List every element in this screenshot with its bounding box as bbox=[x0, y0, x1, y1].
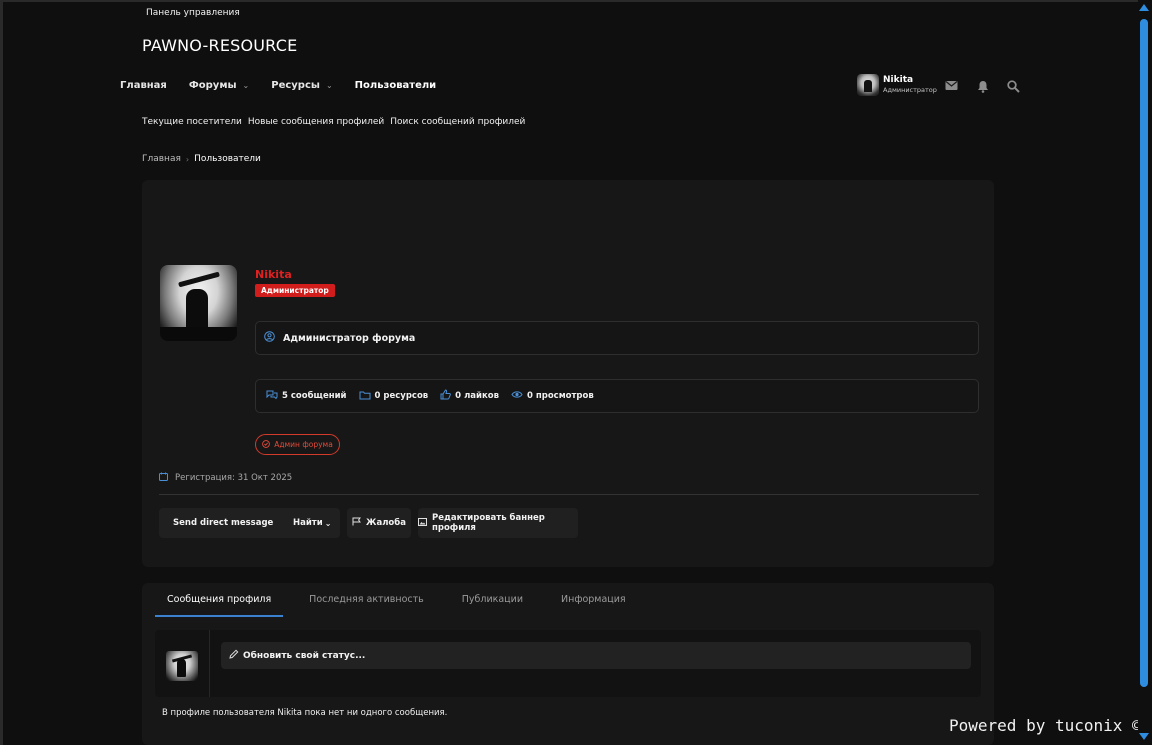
update-status-placeholder: Обновить свой статус... bbox=[243, 650, 366, 661]
account-info: Nikita Администратор bbox=[883, 75, 937, 95]
stat-resources[interactable]: 0 ресурсов bbox=[359, 390, 429, 403]
sub-navigation: Текущие посетители Новые сообщения профи… bbox=[142, 117, 531, 127]
stat-value: 5 bbox=[282, 391, 288, 401]
avatar-ground bbox=[160, 327, 237, 341]
eye-icon bbox=[511, 390, 523, 402]
find-label: Найти bbox=[293, 518, 323, 528]
nav-item-resources[interactable]: Ресурсы ⌄ bbox=[271, 80, 332, 91]
stat-label: сообщений bbox=[290, 391, 347, 401]
tab-about[interactable]: Информация bbox=[549, 594, 638, 617]
account-menu[interactable]: Nikita Администратор bbox=[857, 74, 937, 96]
stat-views[interactable]: 0 просмотров bbox=[511, 390, 594, 402]
nav-item-users[interactable]: Пользователи bbox=[355, 80, 437, 91]
user-stats-box: 5 сообщений 0 ресурсов 0 лайков 0 просмо… bbox=[255, 379, 979, 413]
stat-label: лайков bbox=[464, 391, 499, 401]
pencil-icon bbox=[229, 649, 239, 662]
scroll-up-arrow-icon[interactable] bbox=[1139, 4, 1149, 11]
nav-item-label: Главная bbox=[120, 80, 167, 91]
shield-icon bbox=[262, 439, 271, 450]
stat-label: просмотров bbox=[535, 391, 594, 401]
envelope-icon[interactable] bbox=[945, 80, 959, 94]
comments-icon bbox=[266, 390, 278, 403]
divider bbox=[159, 494, 979, 495]
flag-icon bbox=[352, 517, 362, 529]
subnav-new-profile-posts[interactable]: Новые сообщения профилей bbox=[248, 117, 384, 127]
stat-messages[interactable]: 5 сообщений bbox=[266, 390, 347, 403]
chevron-down-icon[interactable]: ⌄ bbox=[326, 81, 333, 90]
avatar-figure bbox=[186, 289, 208, 329]
avatar-figure-arm bbox=[178, 271, 220, 288]
registration-info: Регистрация: 31 Окт 2025 bbox=[159, 472, 292, 484]
subnav-search-profile-posts[interactable]: Поиск сообщений профилей bbox=[390, 117, 525, 127]
admin-forum-label: Админ форума bbox=[274, 440, 333, 449]
tab-profile-posts[interactable]: Сообщения профиля bbox=[155, 594, 284, 617]
user-title: Администратор форума bbox=[283, 332, 416, 344]
edit-banner-button[interactable]: Редактировать баннер профиля bbox=[418, 508, 578, 538]
send-direct-message-label: Send direct message bbox=[173, 518, 274, 528]
folder-icon bbox=[359, 390, 371, 403]
edit-banner-label: Редактировать баннер профиля bbox=[432, 513, 545, 533]
subnav-current-visitors[interactable]: Текущие посетители bbox=[142, 117, 242, 127]
tab-postings[interactable]: Публикации bbox=[450, 594, 535, 617]
avatar[interactable] bbox=[857, 74, 879, 96]
site-logo[interactable]: PAWNO-RESOURCE bbox=[142, 36, 297, 55]
stat-value: 0 bbox=[455, 391, 462, 401]
stat-value: 0 bbox=[374, 391, 381, 401]
breadcrumb-separator-icon: › bbox=[185, 154, 190, 164]
empty-profile-message: В профиле пользователя Nikita пока нет н… bbox=[162, 708, 448, 718]
chevron-down-icon[interactable]: ⌄ bbox=[243, 81, 250, 90]
profile-avatar[interactable] bbox=[160, 265, 237, 341]
control-panel-link[interactable]: Панель управления bbox=[146, 8, 240, 18]
image-icon bbox=[418, 517, 427, 529]
stat-label: ресурсов bbox=[383, 391, 429, 401]
breadcrumb: Главная › Пользователи bbox=[142, 154, 261, 164]
role-badge: Администратор bbox=[255, 284, 335, 297]
chevron-down-icon: ⌄ bbox=[324, 518, 332, 528]
thumbs-up-icon bbox=[440, 389, 452, 403]
profile-username[interactable]: Nikita bbox=[255, 268, 292, 281]
report-label: Жалоба bbox=[366, 518, 406, 528]
main-nav: Главная Форумы ⌄ Ресурсы ⌄ Пользователи bbox=[120, 80, 458, 91]
registration-date: Регистрация: 31 Окт 2025 bbox=[175, 473, 293, 483]
find-dropdown[interactable]: Найти ⌄ bbox=[293, 518, 331, 528]
report-button[interactable]: Жалоба bbox=[347, 508, 411, 538]
avatar[interactable] bbox=[166, 651, 198, 681]
admin-forum-badge[interactable]: Админ форума bbox=[255, 434, 340, 455]
bell-icon[interactable] bbox=[977, 80, 991, 94]
calendar-icon bbox=[159, 472, 168, 484]
scroll-down-arrow-icon[interactable] bbox=[1139, 733, 1149, 740]
nav-item-label: Форумы bbox=[188, 80, 237, 91]
breadcrumb-home[interactable]: Главная bbox=[142, 154, 181, 164]
user-circle-icon bbox=[264, 331, 275, 345]
account-role: Администратор bbox=[883, 86, 937, 94]
tab-latest-activity[interactable]: Последняя активность bbox=[297, 594, 436, 617]
stat-likes[interactable]: 0 лайков bbox=[440, 389, 499, 403]
breadcrumb-users[interactable]: Пользователи bbox=[194, 154, 261, 164]
stat-value: 0 bbox=[526, 391, 533, 401]
update-status-input[interactable]: Обновить свой статус... bbox=[221, 642, 971, 669]
powered-by-watermark: Powered by tuconix © bbox=[949, 716, 1142, 735]
scrollbar-thumb[interactable] bbox=[1140, 19, 1148, 687]
nav-item-label: Пользователи bbox=[354, 80, 437, 91]
account-name: Nikita bbox=[883, 75, 914, 85]
nav-item-label: Ресурсы bbox=[271, 80, 320, 91]
send-direct-message-button[interactable]: Send direct message Найти ⌄ bbox=[159, 508, 340, 538]
profile-tabs: Сообщения профиля Последняя активность П… bbox=[155, 594, 662, 617]
avatar-figure bbox=[177, 659, 186, 677]
user-title-box: Администратор форума bbox=[255, 321, 979, 355]
nav-item-home[interactable]: Главная bbox=[120, 80, 167, 91]
nav-item-forums[interactable]: Форумы ⌄ bbox=[189, 80, 249, 91]
search-icon[interactable] bbox=[1007, 80, 1021, 94]
